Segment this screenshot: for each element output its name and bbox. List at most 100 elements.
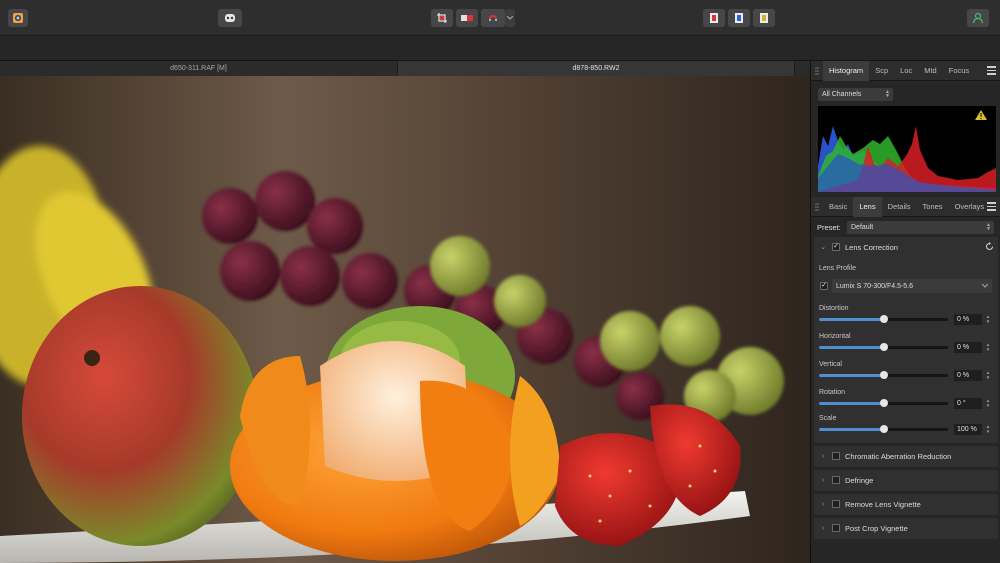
panel-menu-icon[interactable] <box>987 66 996 75</box>
tab-focus[interactable]: Focus <box>943 61 975 81</box>
scale-slider-thumb[interactable] <box>879 425 888 433</box>
tab-basic[interactable]: Basic <box>823 197 853 217</box>
crop-tool-button[interactable] <box>431 9 453 27</box>
clipping-dropdown[interactable] <box>505 9 515 27</box>
post-crop-vignette-title: Post Crop Vignette <box>845 523 908 533</box>
lens-correction-title: Lens Correction <box>845 242 898 252</box>
scale-stepper-icon[interactable]: ▲ ▼ <box>984 424 992 435</box>
chevron-down-icon <box>982 284 988 288</box>
chevron-down-icon[interactable]: ⌄ <box>814 243 832 251</box>
split-view-icon <box>461 15 473 21</box>
lens-correction-section: ⌄ ✓ Lens Correction Lens Profile ✓ Lumix… <box>814 237 998 443</box>
lens-profile-checkbox[interactable]: ✓ <box>820 282 828 290</box>
tab-location[interactable]: Loc <box>894 61 918 81</box>
lens-profile-select[interactable]: Lumix S 70-300/F4.5-5.6 <box>832 279 992 293</box>
tab-tones[interactable]: Tones <box>917 197 949 217</box>
scale-slider[interactable] <box>819 425 948 433</box>
post-crop-vignette-header[interactable]: › Post Crop Vignette <box>814 518 998 538</box>
select-arrows-icon: ▲ ▼ <box>885 89 890 99</box>
remove-lens-vignette-section: › Remove Lens Vignette <box>814 494 998 515</box>
vertical-slider-thumb[interactable] <box>879 371 888 379</box>
panel-menu-icon[interactable] <box>987 202 996 211</box>
chevron-right-icon[interactable]: › <box>814 453 832 460</box>
defringe-section: › Defringe <box>814 470 998 491</box>
document-tab-1[interactable]: d650-311.RAF [M] <box>0 61 397 76</box>
chromatic-aberration-section: › Chromatic Aberration Reduction <box>814 446 998 467</box>
rotation-value-field[interactable]: 0 ° <box>954 398 982 409</box>
distortion-slider[interactable] <box>819 315 948 323</box>
post-crop-vignette-section: › Post Crop Vignette <box>814 518 998 539</box>
defringe-checkbox[interactable] <box>832 476 840 484</box>
distortion-value-field[interactable]: 0 % <box>954 314 982 325</box>
clipping-button[interactable] <box>481 9 505 27</box>
highlight-clip-button[interactable] <box>728 9 750 27</box>
remove-lens-vignette-header[interactable]: › Remove Lens Vignette <box>814 494 998 514</box>
tone-clip-button[interactable] <box>753 9 775 27</box>
panel-grip[interactable] <box>811 197 823 217</box>
shadow-clip-button[interactable] <box>703 9 725 27</box>
distortion-slider-thumb[interactable] <box>879 315 888 323</box>
scale-value-field[interactable]: 100 % <box>954 424 982 435</box>
clipping-warning-icon <box>975 110 987 120</box>
chromatic-aberration-checkbox[interactable] <box>832 452 840 460</box>
panel-grip[interactable] <box>811 61 823 81</box>
horizontal-stepper-icon[interactable]: ▲ ▼ <box>984 342 992 353</box>
context-toolbar <box>0 36 1000 61</box>
rotation-slider-thumb[interactable] <box>879 399 888 407</box>
histogram-graph <box>818 110 996 192</box>
split-view-button[interactable] <box>456 9 478 27</box>
preset-select[interactable]: Default ▲ ▼ <box>847 221 994 234</box>
defringe-header[interactable]: › Defringe <box>814 470 998 490</box>
lens-correction-checkbox[interactable]: ✓ <box>832 243 840 251</box>
distortion-slider-fill <box>819 318 884 321</box>
document-tab-2[interactable]: d878-850.RW2 <box>397 61 795 76</box>
defringe-title: Defringe <box>845 475 874 485</box>
tab-metadata[interactable]: Mtd <box>918 61 943 81</box>
tab-lens[interactable]: Lens <box>853 196 882 217</box>
rotation-slider[interactable] <box>819 399 948 407</box>
tab-histogram[interactable]: Histogram <box>823 60 870 81</box>
remove-lens-vignette-checkbox[interactable] <box>832 500 840 508</box>
user-icon <box>972 12 984 24</box>
robot-icon <box>225 14 235 22</box>
tab-details[interactable]: Details <box>882 197 917 217</box>
lens-profile-value: Lumix S 70-300/F4.5-5.6 <box>836 282 914 290</box>
vertical-slider-fill <box>819 374 884 377</box>
remove-lens-vignette-title: Remove Lens Vignette <box>845 499 921 509</box>
tab-scope[interactable]: Scp <box>869 61 894 81</box>
horizontal-slider-thumb[interactable] <box>879 343 888 351</box>
select-arrows-icon: ▲ ▼ <box>986 222 991 232</box>
vertical-value-field[interactable]: 0 % <box>954 370 982 381</box>
horizontal-slider-fill <box>819 346 884 349</box>
grip-icon <box>815 66 819 75</box>
channel-select[interactable]: All Channels ▲ ▼ <box>818 88 893 101</box>
chevron-right-icon[interactable]: › <box>814 477 832 484</box>
chevron-down-icon <box>507 16 513 20</box>
assistant-button[interactable] <box>218 9 242 27</box>
lens-panel: Preset: Default ▲ ▼ ⌄ ✓ Lens Correction L… <box>811 218 1000 539</box>
develop-persona-icon <box>13 13 23 23</box>
photo-canvas[interactable] <box>0 76 810 563</box>
vertical-stepper-icon[interactable]: ▲ ▼ <box>984 370 992 381</box>
account-button[interactable] <box>967 9 989 27</box>
post-crop-vignette-checkbox[interactable] <box>832 524 840 532</box>
rotation-stepper-icon[interactable]: ▲ ▼ <box>984 398 992 409</box>
distortion-stepper-icon[interactable]: ▲ ▼ <box>984 314 992 325</box>
scale-label: Scale <box>819 415 837 422</box>
document-tabs: d650-311.RAF [M] d878-850.RW2 <box>0 61 810 76</box>
develop-persona-button[interactable] <box>8 9 28 27</box>
vertical-slider[interactable] <box>819 371 948 379</box>
horizontal-slider[interactable] <box>819 343 948 351</box>
lens-correction-header[interactable]: ⌄ ✓ Lens Correction <box>814 237 998 257</box>
fruit-photo <box>0 76 810 563</box>
reset-icon[interactable] <box>985 242 994 251</box>
chevron-right-icon[interactable]: › <box>814 501 832 508</box>
chevron-right-icon[interactable]: › <box>814 525 832 532</box>
tab-overlays[interactable]: Overlays <box>949 197 991 217</box>
horizontal-value-field[interactable]: 0 % <box>954 342 982 353</box>
distortion-label: Distortion <box>819 305 849 312</box>
studio-tabs-top: Histogram Scp Loc Mtd Focus <box>811 60 1000 81</box>
chromatic-aberration-header[interactable]: › Chromatic Aberration Reduction <box>814 446 998 466</box>
preset-value: Default <box>851 224 874 231</box>
clip-yellow-icon <box>760 13 768 23</box>
